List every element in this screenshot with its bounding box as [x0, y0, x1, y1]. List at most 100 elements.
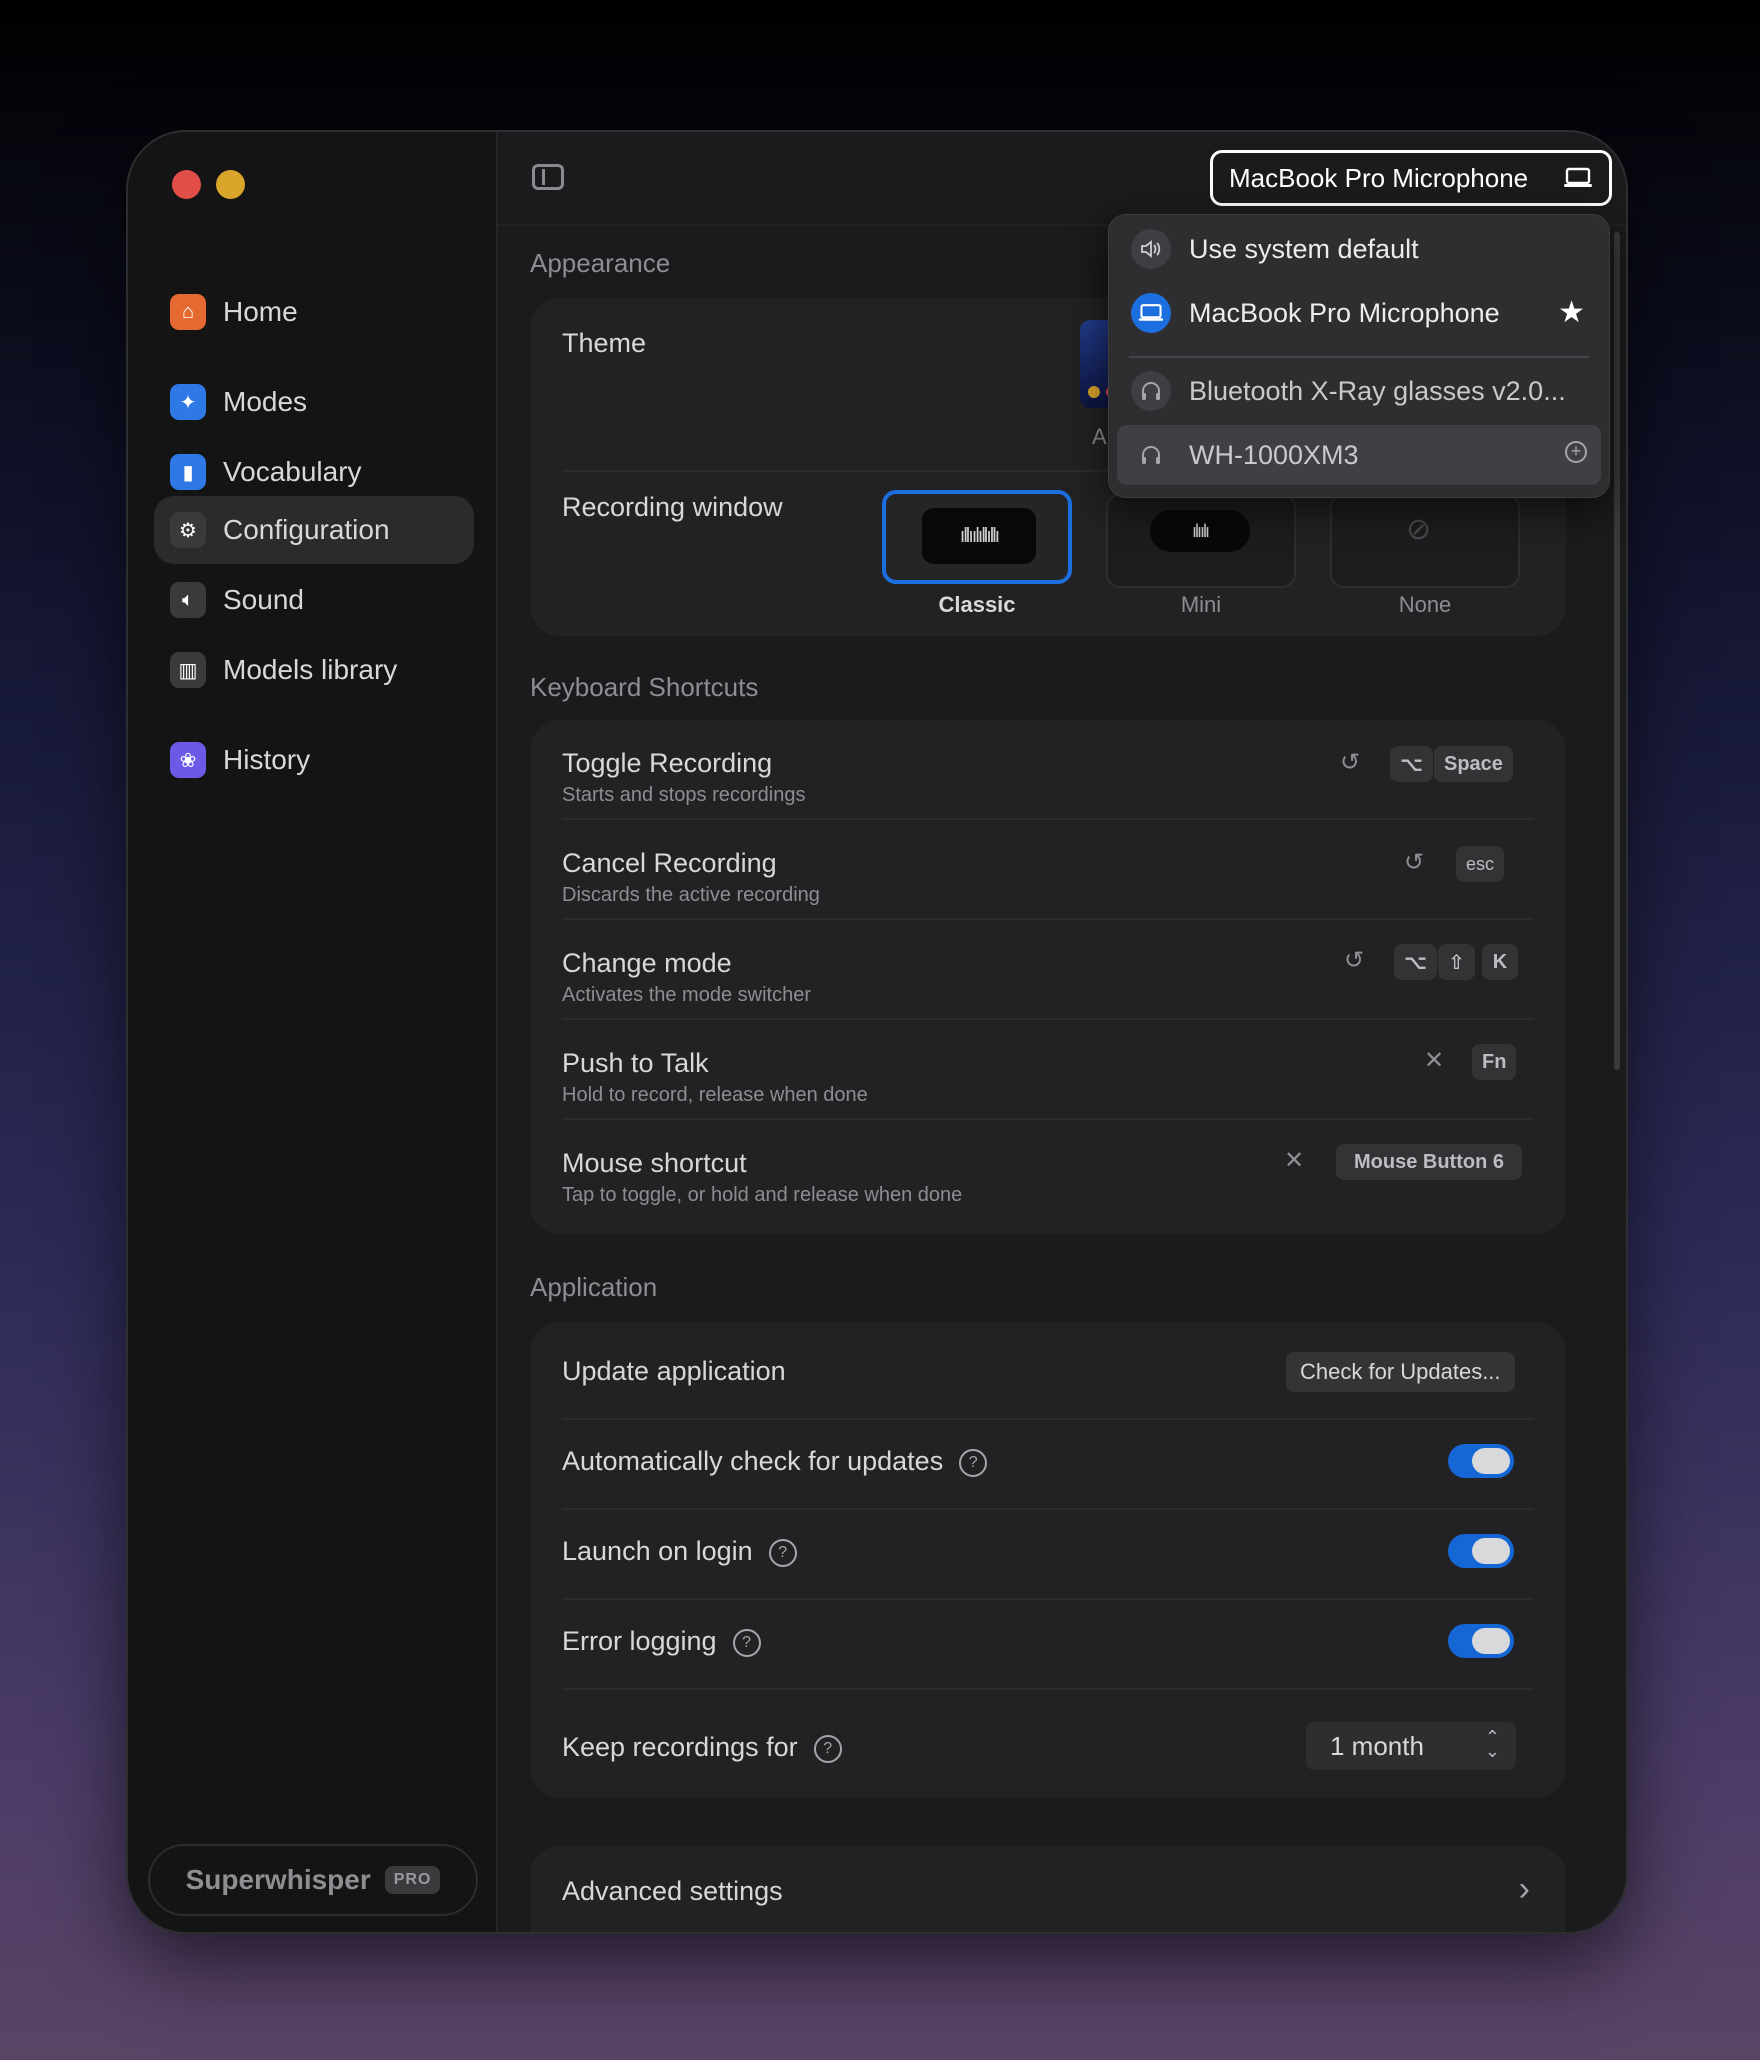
key-cap[interactable]: Fn [1472, 1044, 1517, 1080]
sidebar-item-history[interactable]: ❀ History [154, 726, 474, 794]
scrollbar[interactable] [1614, 232, 1620, 1070]
reset-icon[interactable]: ↺ [1340, 748, 1360, 777]
key-cap[interactable]: ⌥ [1390, 746, 1434, 782]
application-card: Update application Check for Updates... … [530, 1322, 1566, 1798]
sidebar-item-label: Home [223, 296, 298, 327]
laptop-icon [1564, 167, 1592, 187]
key-cap[interactable]: Space [1434, 746, 1513, 782]
sidebar-item-home[interactable]: ⌂ Home [154, 278, 474, 346]
eye-slash-icon: ⊘ [1406, 513, 1432, 546]
launch-on-login-text: Launch on login [562, 1536, 753, 1566]
shortcut-title: Mouse shortcut [562, 1148, 747, 1178]
clear-shortcut-icon[interactable]: ✕ [1424, 1046, 1444, 1075]
keep-recordings-value: 1 month [1330, 1730, 1424, 1761]
sidebar-item-modes[interactable]: ✦ Modes [154, 368, 474, 436]
waveform-icon: ıllıılıllıllı [922, 508, 1036, 564]
microphone-select[interactable]: MacBook Pro Microphone [1210, 150, 1612, 206]
key-cap[interactable]: Mouse Button 6 [1336, 1144, 1522, 1180]
recording-option-classic[interactable]: ıllıılıllıllı [882, 490, 1072, 584]
theme-label: Theme [562, 328, 647, 358]
pro-badge: PRO [384, 1866, 441, 1894]
mic-option-wh-1000xm3[interactable]: WH-1000XM3 + [1117, 425, 1601, 485]
launch-on-login-label: Launch on login? [562, 1536, 797, 1567]
headphones-icon [1131, 371, 1171, 411]
sidebar-item-label: Models library [223, 654, 398, 685]
section-title-shortcuts: Keyboard Shortcuts [530, 672, 759, 702]
headphones-icon [1131, 435, 1171, 475]
sidebar-item-label: Configuration [223, 514, 390, 545]
mic-option-system-default[interactable]: Use system default [1117, 219, 1601, 279]
main-content: Appearance Theme A Recording window ıllı… [498, 132, 1626, 1932]
section-title-application: Application [530, 1272, 658, 1302]
help-icon[interactable]: ? [732, 1628, 761, 1657]
key-cap[interactable]: esc [1456, 846, 1505, 882]
clear-shortcut-icon[interactable]: ✕ [1284, 1146, 1304, 1175]
key-cap[interactable]: ⇧ [1438, 944, 1475, 980]
mic-option-label: MacBook Pro Microphone [1189, 297, 1500, 328]
minimize-window-button[interactable] [216, 170, 245, 199]
close-window-button[interactable] [172, 170, 201, 199]
divider [562, 1018, 1534, 1020]
divider [562, 1688, 1534, 1690]
shortcut-subtitle: Activates the mode switcher [562, 984, 811, 1006]
recording-option-none-label: None [1398, 592, 1452, 617]
sidebar-item-models-library[interactable]: ▥ Models library [154, 636, 474, 704]
microphone-select-value: MacBook Pro Microphone [1229, 162, 1529, 193]
library-icon: ▥ [170, 652, 206, 688]
divider [562, 1508, 1534, 1510]
app-window: ⌂ Home ✦ Modes ▮ Vocabulary ⚙ Configurat… [128, 132, 1626, 1932]
check-for-updates-button[interactable]: Check for Updates... [1286, 1352, 1515, 1392]
help-icon[interactable]: ? [768, 1538, 797, 1567]
house-icon: ⌂ [170, 294, 206, 330]
auto-check-text: Automatically check for updates [562, 1446, 944, 1476]
keep-recordings-label: Keep recordings for? [562, 1732, 842, 1763]
brand-button[interactable]: Superwhisper PRO [148, 1844, 478, 1916]
recording-option-mini-label: Mini [1180, 592, 1222, 617]
auto-check-label: Automatically check for updates? [562, 1446, 988, 1477]
reset-icon[interactable]: ↺ [1404, 848, 1424, 877]
reset-icon[interactable]: ↺ [1344, 946, 1364, 975]
shortcuts-card: Toggle Recording Starts and stops record… [530, 720, 1566, 1234]
mic-option-bluetooth-glasses[interactable]: Bluetooth X-Ray glasses v2.0... [1117, 361, 1601, 421]
keep-recordings-text: Keep recordings for [562, 1732, 798, 1762]
mic-option-macbook[interactable]: MacBook Pro Microphone ★ [1117, 283, 1601, 343]
help-icon[interactable]: ? [959, 1448, 988, 1477]
advanced-settings-row[interactable]: Advanced settings › [530, 1846, 1566, 1932]
waveform-icon: ılıılı [1150, 510, 1250, 552]
recording-option-none[interactable]: ⊘ [1330, 494, 1520, 588]
sparkle-icon: ✦ [170, 384, 206, 420]
advanced-settings-label: Advanced settings [562, 1876, 783, 1906]
toolbar: MacBook Pro Microphone [498, 132, 1626, 226]
help-icon[interactable]: ? [813, 1734, 842, 1763]
sidebar-item-sound[interactable]: 🔈︎ Sound [154, 566, 474, 634]
keep-recordings-select[interactable]: 1 month ⌃ ⌄ [1306, 1722, 1516, 1770]
chevron-updown-icon: ⌃ ⌄ [1484, 1727, 1500, 1761]
divider [562, 1598, 1534, 1600]
divider [562, 1118, 1534, 1120]
add-favorite-icon[interactable]: + [1565, 441, 1587, 463]
star-icon[interactable]: ★ [1558, 295, 1585, 330]
sidebar-item-label: Modes [223, 386, 308, 417]
shortcut-title: Toggle Recording [562, 748, 773, 778]
brand-name: Superwhisper [185, 1864, 371, 1895]
sidebar-item-configuration[interactable]: ⚙ Configuration [154, 496, 474, 564]
menu-divider [1129, 356, 1589, 358]
shortcut-title: Cancel Recording [562, 848, 777, 878]
error-logging-toggle[interactable] [1448, 1624, 1514, 1658]
auto-check-toggle[interactable] [1448, 1444, 1514, 1478]
error-logging-label: Error logging? [562, 1626, 761, 1657]
book-icon: ▮ [170, 454, 206, 490]
mic-option-label: WH-1000XM3 [1189, 439, 1359, 470]
sidebar-toggle-icon[interactable] [532, 164, 564, 190]
key-cap[interactable]: ⌥ [1394, 944, 1438, 980]
mic-option-label: Bluetooth X-Ray glasses v2.0... [1189, 375, 1566, 406]
recording-option-mini[interactable]: ılıılı [1106, 494, 1296, 588]
launch-on-login-toggle[interactable] [1448, 1534, 1514, 1568]
gear-icon: ⚙ [170, 512, 206, 548]
sidebar-item-label: History [223, 744, 311, 775]
shortcut-subtitle: Tap to toggle, or hold and release when … [562, 1184, 963, 1206]
divider [562, 1418, 1534, 1420]
shortcut-subtitle: Hold to record, release when done [562, 1084, 868, 1106]
key-cap[interactable]: K [1482, 944, 1518, 980]
sidebar-item-label: Sound [223, 584, 304, 615]
